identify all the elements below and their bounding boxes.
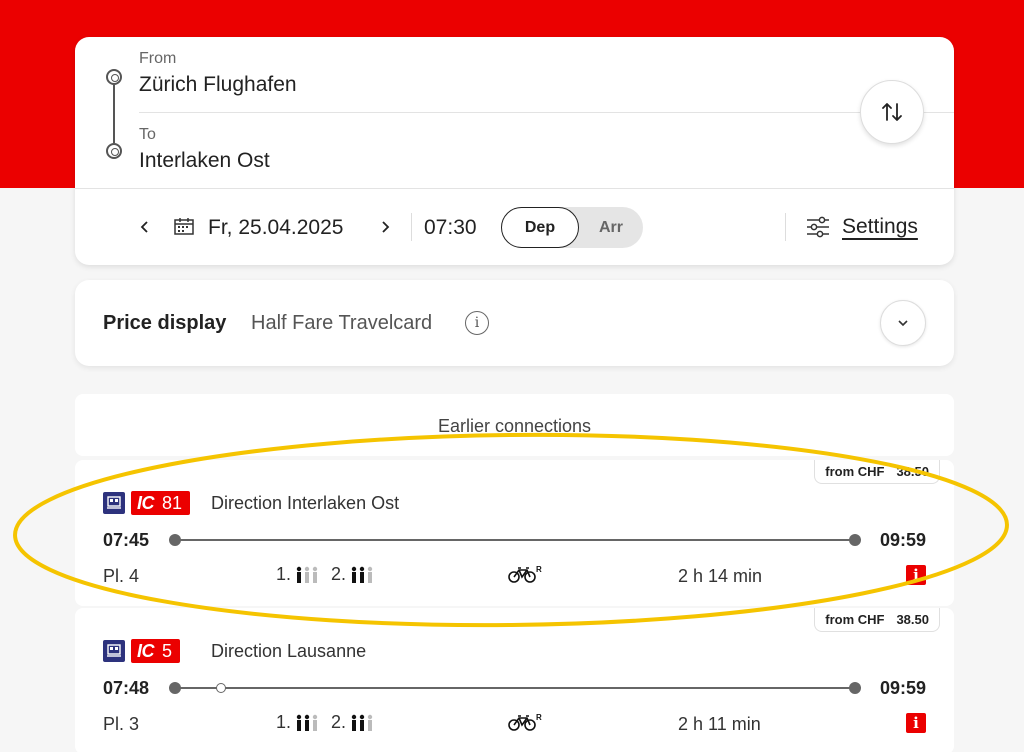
search-card: From Zürich Flughafen To Interlaken Ost … xyxy=(75,37,954,265)
calendar-icon[interactable] xyxy=(174,217,194,235)
expand-button[interactable] xyxy=(880,300,926,346)
disruption-info-icon[interactable]: i xyxy=(906,713,926,733)
price-prefix: from CHF xyxy=(825,464,885,479)
time-field[interactable]: 07:30 xyxy=(424,216,477,240)
occupancy: 1. 2. xyxy=(276,564,376,585)
destination-stop-icon xyxy=(106,143,122,159)
info-icon[interactable]: i xyxy=(465,311,489,335)
platform: Pl. 4 xyxy=(103,566,140,586)
route-connector xyxy=(113,85,115,143)
timeline-intermediate-stop xyxy=(216,683,226,693)
occupancy-icon xyxy=(296,566,318,583)
bike-reservation-mark: R xyxy=(536,565,542,574)
swap-icon xyxy=(882,103,902,121)
price-amount: 38.50 xyxy=(896,612,929,627)
train-icon xyxy=(103,492,125,514)
earlier-connections-label: Earlier connections xyxy=(437,416,592,436)
from-label: From xyxy=(139,50,177,67)
from-input[interactable]: Zürich Flughafen xyxy=(139,73,297,97)
arrival-time: 09:59 xyxy=(879,678,926,698)
divider xyxy=(139,112,954,113)
settings-link[interactable]: Settings xyxy=(842,215,918,239)
timeline-end-dot xyxy=(849,534,861,546)
direction: Direction Interlaken Ost xyxy=(211,493,400,513)
departure-toggle-button[interactable]: Dep xyxy=(501,207,579,248)
previous-day-button[interactable] xyxy=(133,215,157,239)
direction: Direction Lausanne xyxy=(211,641,367,661)
price-amount: 38.50 xyxy=(896,464,929,479)
train-category: IC xyxy=(137,640,155,661)
timeline xyxy=(174,539,855,541)
train-category: IC xyxy=(137,492,155,513)
price-display-title: Price display xyxy=(103,312,227,334)
to-input[interactable]: Interlaken Ost xyxy=(139,149,270,173)
bike-reservation-mark: R xyxy=(536,713,542,722)
divider xyxy=(785,213,786,241)
first-class-label: 1. xyxy=(276,712,292,732)
chevron-right-icon xyxy=(382,221,390,233)
occupancy-icon xyxy=(351,566,373,583)
train-icon xyxy=(103,640,125,662)
to-label: To xyxy=(139,126,156,143)
arrival-time: 09:59 xyxy=(879,530,926,550)
train-category-badge: IC 81 xyxy=(131,491,191,515)
chevron-down-icon xyxy=(898,320,908,327)
occupancy-icon xyxy=(351,714,373,731)
date-time-row: Fr, 25.04.2025 07:30 Dep Arr Settings xyxy=(75,189,954,265)
origin-stop-icon xyxy=(106,69,122,85)
arrival-toggle-button[interactable]: Arr xyxy=(579,207,643,248)
occupancy: 1. 2. xyxy=(276,712,376,733)
price-tab: from CHF 38.50 xyxy=(814,608,940,632)
connection-card[interactable]: from CHF 38.50 IC 5 Direction Lausanne 0… xyxy=(75,608,954,752)
timeline-start-dot xyxy=(169,682,181,694)
dep-arr-toggle: Dep Arr xyxy=(501,207,643,248)
price-tab: from CHF 38.50 xyxy=(814,460,940,484)
duration: 2 h 14 min xyxy=(678,566,763,586)
date-field[interactable]: Fr, 25.04.2025 xyxy=(208,216,343,240)
occupancy-icon xyxy=(296,714,318,731)
settings-sliders-icon[interactable] xyxy=(806,216,830,238)
timeline-start-dot xyxy=(169,534,181,546)
disruption-info-icon[interactable]: i xyxy=(906,565,926,585)
train-number: 5 xyxy=(162,640,173,661)
bike-icon: R xyxy=(508,713,542,731)
second-class-label: 2. xyxy=(331,712,347,732)
departure-time: 07:45 xyxy=(103,530,150,550)
timeline-end-dot xyxy=(849,682,861,694)
train-number: 81 xyxy=(162,492,183,513)
duration: 2 h 11 min xyxy=(678,714,761,734)
departure-time: 07:48 xyxy=(103,678,150,698)
earlier-connections-button[interactable]: Earlier connections xyxy=(75,394,954,456)
swap-button[interactable] xyxy=(860,80,924,144)
bike-icon: R xyxy=(508,565,542,583)
second-class-label: 2. xyxy=(331,564,347,584)
timeline xyxy=(174,687,855,689)
next-day-button[interactable] xyxy=(373,215,397,239)
platform: Pl. 3 xyxy=(103,714,140,734)
connection-card[interactable]: from CHF 38.50 IC 81 Direction Interlake… xyxy=(75,460,954,606)
divider xyxy=(411,213,412,241)
first-class-label: 1. xyxy=(276,564,292,584)
chevron-left-icon xyxy=(140,221,148,233)
route-line xyxy=(106,69,122,159)
price-display-value: Half Fare Travelcard xyxy=(251,312,433,334)
price-display-card[interactable]: Price display Half Fare Travelcard i xyxy=(75,280,954,366)
train-category-badge: IC 5 xyxy=(131,639,181,663)
price-prefix: from CHF xyxy=(825,612,885,627)
